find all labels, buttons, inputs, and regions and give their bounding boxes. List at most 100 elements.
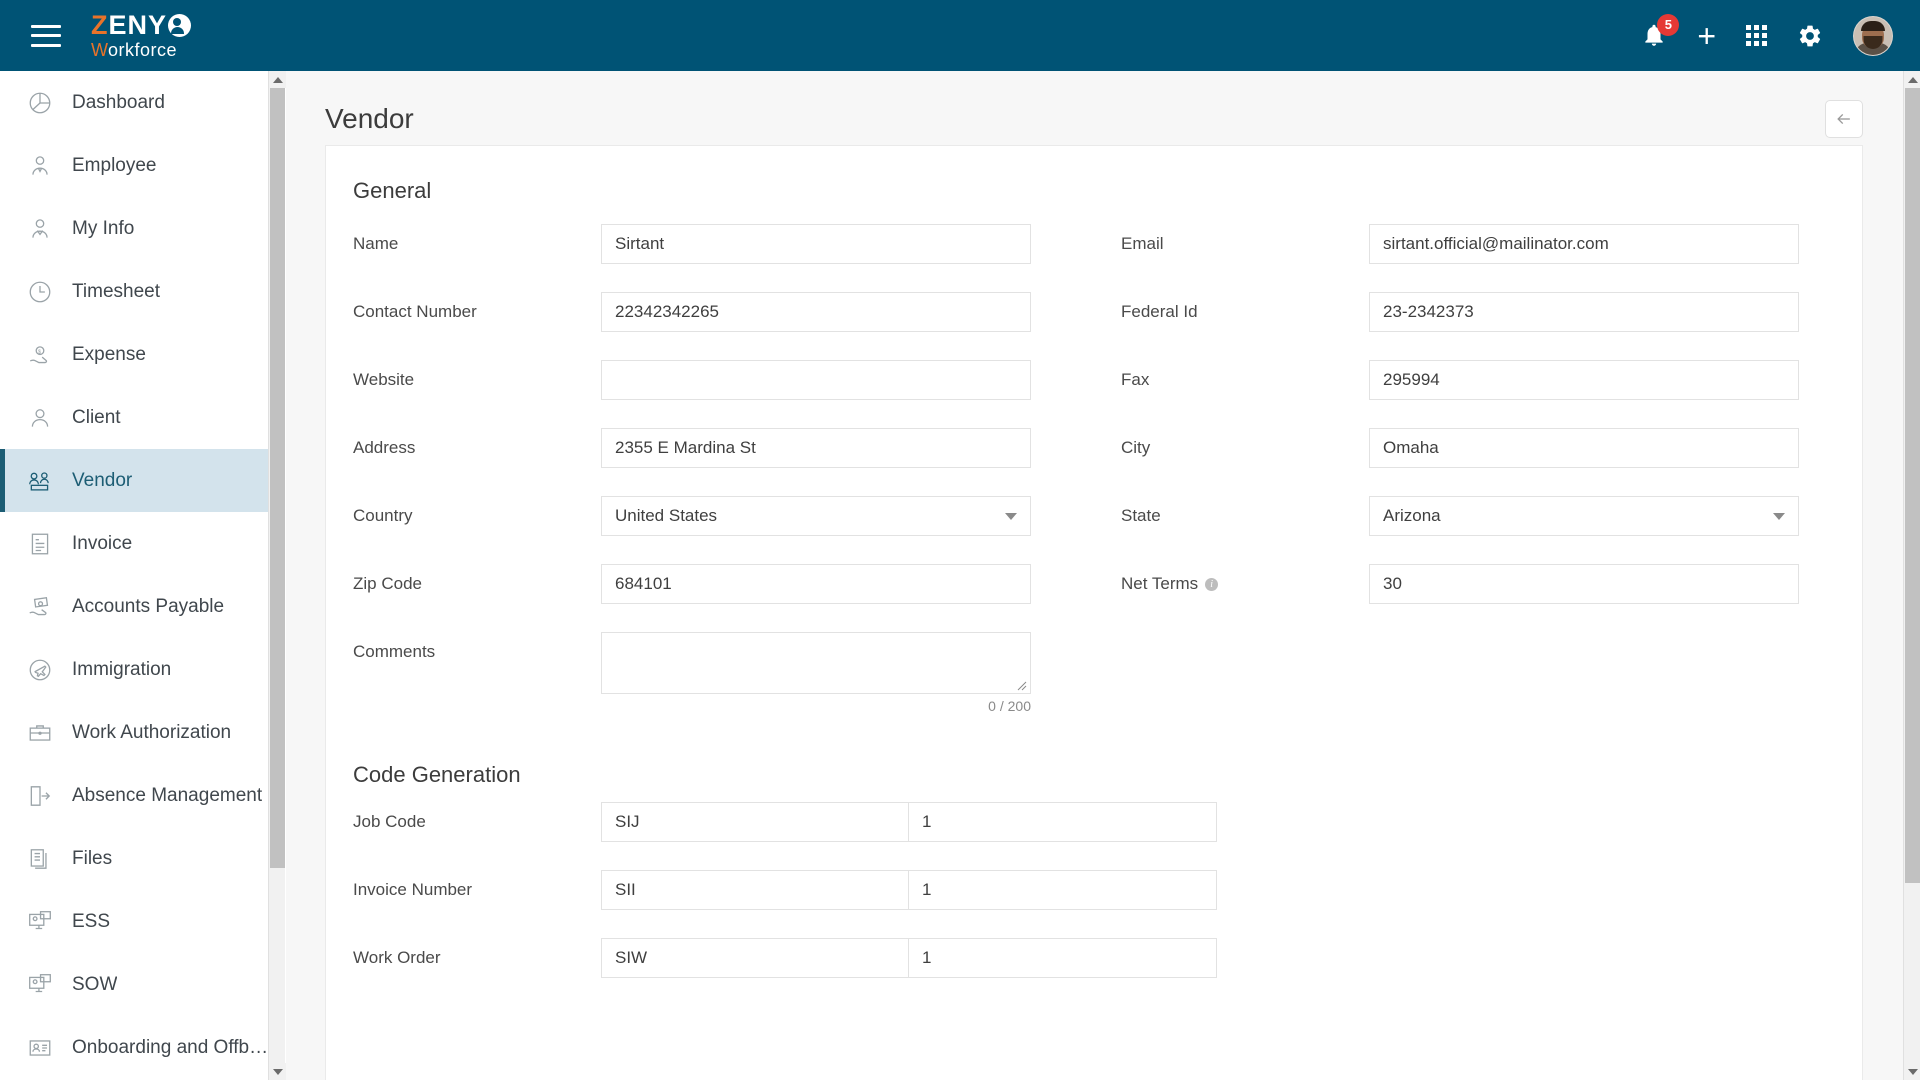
invoice-icon [25,529,55,559]
avatar[interactable] [1853,15,1893,56]
page-title: Vendor [325,103,414,134]
chevron-down-icon [1773,512,1785,520]
field-website: Website [326,360,1094,400]
field-label: Fax [1121,370,1150,389]
hamburger-icon[interactable] [31,24,61,47]
website-input[interactable] [601,360,1031,400]
field-label: Job Code [353,812,426,831]
city-input[interactable]: Omaha [1369,428,1799,468]
add-button[interactable]: + [1697,20,1716,52]
work-order-number-input[interactable]: 1 [909,938,1217,978]
gear-icon [1799,25,1821,46]
work-order-prefix-input[interactable]: SIW [601,938,909,978]
header-actions: 5 + [1641,13,1893,56]
email-input[interactable]: sirtant.official@mailinator.com [1369,224,1799,264]
field-name: Name Sirtant [326,224,1094,264]
sidebar-item-accounts-payable[interactable]: Accounts Payable [0,575,284,638]
field-label: Invoice Number [353,880,473,899]
scroll-up-arrow[interactable] [269,71,286,88]
fax-input[interactable]: 295994 [1369,360,1799,400]
sidebar-scroll-area: Dashboard Employee My Info Timesheet $ E… [0,71,284,1080]
resize-handle-icon[interactable] [1015,679,1027,691]
scrollbar-thumb[interactable] [270,88,285,868]
country-select[interactable]: United States [601,496,1031,536]
scrollbar-thumb[interactable] [1905,88,1920,883]
state-select-value: Arizona [1383,506,1441,525]
employee-icon [25,151,55,181]
name-input[interactable]: Sirtant [601,224,1031,264]
federal-id-input[interactable]: 23-2342373 [1369,292,1799,332]
general-fields-grid: Name Sirtant Contact Number 22342342265 … [326,224,1862,742]
vendor-icon [25,466,55,496]
field-label: Federal Id [1121,302,1198,321]
pie-chart-icon [25,88,55,118]
sidebar-item-label: Dashboard [72,91,165,113]
sidebar-item-absence-management[interactable]: Absence Management [0,764,284,827]
sidebar-item-immigration[interactable]: Immigration [0,638,284,701]
back-button[interactable] [1825,100,1863,138]
info-icon[interactable]: i [1205,577,1219,591]
zip-code-input[interactable]: 684101 [601,564,1031,604]
field-address: Address 2355 E Mardina St [326,428,1094,468]
sidebar-item-employee[interactable]: Employee [0,134,284,197]
comments-wrapper: 0 / 200 [601,632,1031,714]
sidebar-item-sow[interactable]: SOW [0,953,284,1016]
sidebar-item-label: Client [72,406,121,428]
contact-number-input[interactable]: 22342342265 [601,292,1031,332]
field-label: Contact Number [353,302,477,321]
page-scrollbar[interactable] [1903,71,1920,1080]
sidebar-scrollbar[interactable] [268,71,286,1080]
sidebar-item-my-info[interactable]: My Info [0,197,284,260]
field-city: City Omaha [1094,428,1862,468]
address-input[interactable]: 2355 E Mardina St [601,428,1031,468]
scroll-down-arrow[interactable] [1904,1063,1920,1080]
field-fax: Fax 295994 [1094,360,1862,400]
sidebar-item-label: Timesheet [72,280,160,302]
sidebar-item-label: Work Authorization [72,721,232,743]
sidebar-item-invoice[interactable]: Invoice [0,512,284,575]
scroll-up-arrow[interactable] [1904,71,1920,88]
field-label: Name [353,234,399,253]
invoice-number-number-input[interactable]: 1 [909,870,1217,910]
net-terms-input[interactable]: 30 [1369,564,1799,604]
sidebar-item-expense[interactable]: $ Expense [0,323,284,386]
sidebar-item-client[interactable]: Client [0,386,284,449]
sidebar-item-ess[interactable]: ESS [0,890,284,953]
app-logo[interactable]: Z ENY W orkforce [91,12,192,59]
general-right-column: Email sirtant.official@mailinator.com Fe… [1094,224,1862,742]
field-label: Comments [353,642,436,661]
code-row-job-code: Job Code SIJ 1 [326,802,1862,842]
invoice-number-prefix-input[interactable]: SII [601,870,909,910]
code-row-invoice-number: Invoice Number SII 1 [326,870,1862,910]
field-country: Country United States [326,496,1094,536]
scroll-down-arrow[interactable] [269,1063,286,1080]
logo-person-icon [168,14,192,37]
sidebar-item-timesheet[interactable]: Timesheet [0,260,284,323]
field-net-terms: Net Terms i 30 [1094,564,1862,604]
sidebar-item-work-authorization[interactable]: Work Authorization [0,701,284,764]
settings-button[interactable] [1797,23,1823,49]
field-label: Zip Code [353,574,422,593]
sidebar-item-files[interactable]: Files [0,827,284,890]
field-label: Country [353,506,413,525]
field-label: Work Order [353,948,441,967]
main-content: Vendor General Name Sirtant Contact Numb… [286,71,1903,1080]
apps-button[interactable] [1746,25,1767,46]
comments-textarea[interactable] [601,632,1031,694]
sidebar-item-label: Absence Management [72,784,263,806]
notifications-button[interactable]: 5 [1641,13,1680,51]
sidebar-item-label: Invoice [72,532,133,554]
files-icon [25,844,55,874]
field-email: Email sirtant.official@mailinator.com [1094,224,1862,264]
field-label: City [1121,438,1151,457]
field-federal-id: Federal Id 23-2342373 [1094,292,1862,332]
person-icon [25,403,55,433]
sidebar-item-onboarding-offboarding[interactable]: Onboarding and Offboa... [0,1016,284,1079]
state-select[interactable]: Arizona [1369,496,1799,536]
job-code-number-input[interactable]: 1 [909,802,1217,842]
sidebar-item-label: Accounts Payable [72,595,225,617]
sidebar-item-vendor[interactable]: Vendor [0,449,284,512]
sidebar-item-dashboard[interactable]: Dashboard [0,71,284,134]
my-info-icon [25,214,55,244]
job-code-prefix-input[interactable]: SIJ [601,802,909,842]
